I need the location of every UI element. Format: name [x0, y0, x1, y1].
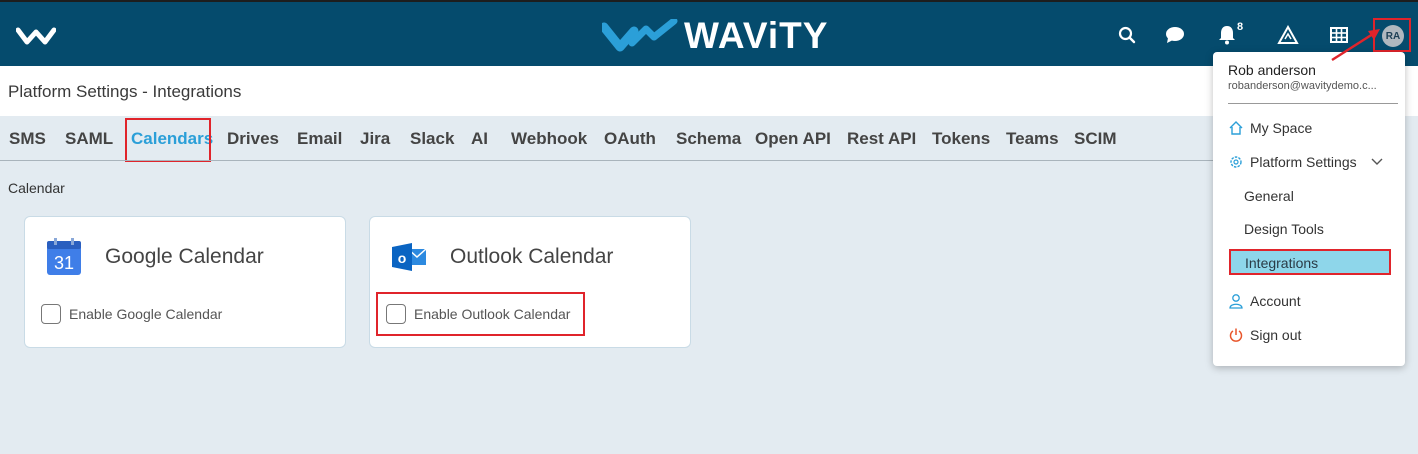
brand-logo: WAViTY — [602, 15, 829, 56]
tab-saml[interactable]: SAML — [65, 129, 113, 149]
page-title: Platform Settings - Integrations — [8, 82, 242, 101]
calendars-tab-highlight — [125, 118, 211, 162]
home-icon — [1228, 120, 1244, 136]
menu-label-integrations: Integrations — [1245, 255, 1319, 271]
menu-label-account: Account — [1250, 293, 1301, 309]
tab-sms[interactable]: SMS — [9, 129, 46, 149]
chevron-down-icon — [1369, 154, 1385, 170]
tab-slack[interactable]: Slack — [410, 129, 454, 149]
annotation-arrow-icon — [1331, 29, 1380, 62]
tab-schema[interactable]: Schema — [676, 129, 741, 149]
tab-oauth[interactable]: OAuth — [604, 129, 656, 149]
tab-scim[interactable]: SCIM — [1074, 129, 1117, 149]
section-label: Calendar — [8, 180, 65, 196]
menu-item-design-tools[interactable]: Design Tools — [1244, 221, 1324, 237]
tab-jira[interactable]: Jira — [360, 129, 390, 149]
google-calendar-title: Google Calendar — [105, 245, 264, 268]
user-email: robanderson@wavitydemo.c... — [1228, 80, 1377, 92]
google-calendar-card: 31 Google Calendar Enable Google Calenda… — [24, 216, 346, 348]
menu-item-sign-out[interactable]: Sign out — [1228, 327, 1301, 343]
google-calendar-icon: 31 — [47, 238, 81, 275]
user-menu: Rob anderson robanderson@wavitydemo.c...… — [1213, 52, 1405, 366]
tab-ai[interactable]: AI — [471, 129, 488, 149]
delta-icon[interactable] — [1277, 24, 1299, 46]
tab-open-api[interactable]: Open API — [755, 129, 831, 149]
enable-google-calendar-label[interactable]: Enable Google Calendar — [69, 306, 222, 322]
menu-divider — [1228, 103, 1398, 104]
brand-name: WAViTY — [684, 15, 829, 56]
menu-item-platform-settings[interactable]: Platform Settings — [1228, 154, 1391, 170]
wavity-mark-icon — [602, 19, 678, 52]
menu-label-sign-out: Sign out — [1250, 327, 1302, 343]
home-logo-icon[interactable] — [16, 24, 56, 48]
tab-webhook[interactable]: Webhook — [511, 129, 587, 149]
tab-email[interactable]: Email — [297, 129, 342, 149]
menu-label-platform-settings: Platform Settings — [1250, 154, 1357, 170]
user-icon — [1228, 293, 1244, 309]
tab-tokens[interactable]: Tokens — [932, 129, 990, 149]
page-header: Platform Settings - Integrations — [0, 66, 1418, 116]
tab-drives[interactable]: Drives — [227, 129, 279, 149]
tab-rest-api[interactable]: Rest API — [847, 129, 916, 149]
menu-item-my-space[interactable]: My Space — [1228, 120, 1312, 136]
menu-item-account[interactable]: Account — [1228, 293, 1301, 309]
top-bar: WAViTY 8 RA — [0, 0, 1418, 66]
chat-icon[interactable] — [1164, 24, 1186, 46]
gear-icon — [1228, 154, 1244, 170]
tabs-divider — [0, 160, 1215, 161]
power-icon — [1228, 327, 1244, 343]
outlook-icon-letter: o — [398, 250, 407, 266]
outlook-checkbox-highlight — [376, 292, 585, 336]
outlook-icon: o — [392, 243, 427, 271]
menu-label-my-space: My Space — [1250, 120, 1313, 136]
notification-badge: 8 — [1237, 21, 1244, 33]
user-name: Rob anderson — [1228, 62, 1316, 78]
integration-tabs: SMS SAML Calendars Drives Email Jira Sla… — [0, 116, 1418, 162]
menu-item-integrations[interactable]: Integrations — [1229, 249, 1391, 275]
outlook-calendar-title: Outlook Calendar — [450, 245, 614, 268]
menu-item-general[interactable]: General — [1244, 188, 1294, 204]
bell-icon[interactable] — [1216, 24, 1238, 46]
enable-google-calendar-checkbox[interactable] — [41, 304, 61, 324]
google-icon-day: 31 — [54, 253, 74, 273]
tab-teams[interactable]: Teams — [1006, 129, 1059, 149]
search-icon[interactable] — [1116, 24, 1138, 46]
